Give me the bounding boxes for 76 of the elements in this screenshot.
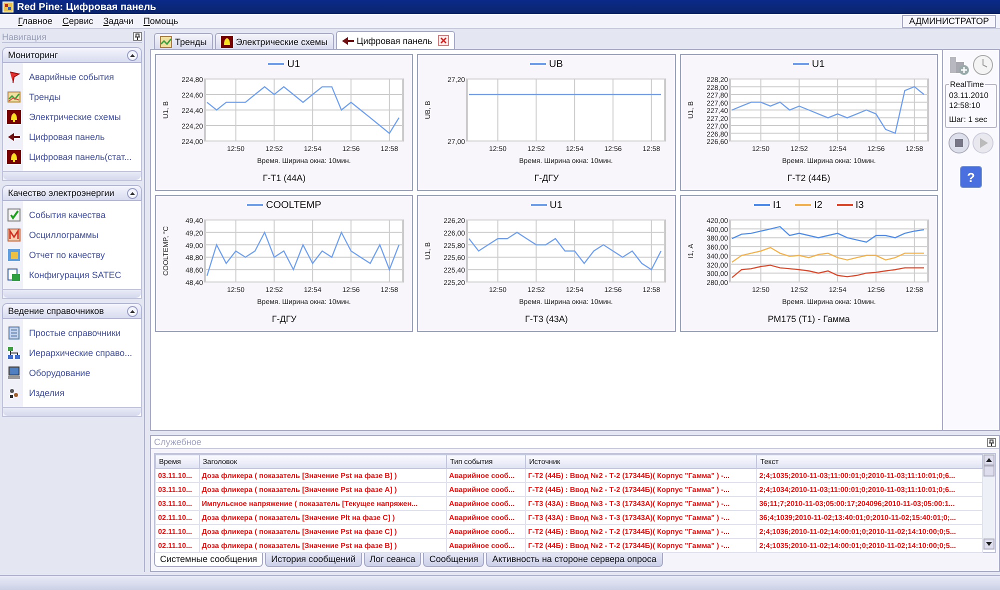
panel-title: Навигация [2,32,46,42]
legend-label: I2 [814,200,822,210]
group-header[interactable]: Ведение справочников [2,303,142,319]
tab[interactable]: Тренды [154,33,213,49]
menu-item[interactable]: Помощь [143,16,178,26]
chart-icon [160,36,172,48]
nav-item[interactable]: Осциллограммы [29,230,98,240]
menu-item[interactable]: Главное [18,16,52,26]
nav-item[interactable]: События качества [29,210,106,220]
chart-title: РМ175 (Т1) - Гамма [768,314,850,324]
collapse-icon[interactable] [127,188,138,198]
panel-title: Служебное [154,437,202,447]
group-header[interactable]: Качество электроэнергии [2,185,142,201]
pin-icon[interactable] [133,32,142,41]
legend-label: UB [549,58,563,70]
collapse-icon[interactable] [127,50,138,60]
tab[interactable]: Лог сеанса [364,553,422,567]
scrollbar[interactable] [983,454,995,550]
group-title: RealTime [949,80,985,89]
chart-title: Г-Т1 (44А) [262,173,306,183]
document-icon [7,326,21,340]
group-header[interactable]: Мониторинг [2,47,142,63]
chart-title: Г-ДГУ [534,173,559,183]
chart-title: Г-Т3 (43А) [525,314,568,324]
menu-item[interactable]: Задачи [103,16,134,26]
nav-item[interactable]: Электрические схемы [29,112,121,122]
stop-icon[interactable] [948,132,970,154]
legend-label: I3 [856,200,864,210]
time-label: 12:58:10 [949,101,982,111]
legend-label: U1 [287,58,300,70]
legend-label: U1 [550,200,562,210]
nav-item[interactable]: Конфигурация SATEC [29,270,122,280]
nav-item[interactable]: Аварийные события [29,72,114,82]
help-button[interactable]: ? [960,166,982,188]
tab[interactable]: Цифровая панель [336,31,456,49]
app-icon [2,1,14,13]
nav-item[interactable]: Цифровая панель(стат... [29,152,132,162]
legend-label: U1 [812,58,825,70]
arrow-icon [7,130,21,144]
hierarchy-icon [7,346,21,360]
bell-icon [7,110,21,124]
wave-icon [7,228,21,242]
tab[interactable]: Электрические схемы [214,33,334,49]
menu-item[interactable]: Сервис [62,16,94,26]
bell-icon [7,150,21,164]
nav-item[interactable]: Иерархические справо... [29,348,132,358]
parts-icon [7,386,21,400]
bell-icon [220,36,233,48]
tab[interactable]: Активность на стороне сервера опроса [486,553,663,567]
tab[interactable]: Системные сообщения [154,553,264,567]
nav-item[interactable]: Изделия [29,388,65,398]
close-icon[interactable] [438,35,450,46]
computer-icon [7,366,21,380]
nav-item[interactable]: Тренды [29,92,61,102]
nav-item[interactable]: Оборудование [29,368,90,378]
checklist-icon [7,208,21,222]
flag-icon [7,70,21,84]
arrow-icon [342,34,354,46]
window-title: Red Pine: Цифровая панель [17,2,156,12]
nav-item[interactable]: Отчет по качеству [29,250,105,260]
nav-item[interactable]: Цифровая панель [29,132,105,142]
config-icon [7,268,21,282]
date-label: 03.11.2010 [949,91,990,101]
legend-label: COOLTEMP [266,200,322,210]
pin-icon[interactable] [987,438,996,446]
legend-label: I1 [772,200,782,210]
nav-item[interactable]: Простые справочники [29,328,121,338]
collapse-icon[interactable] [127,306,138,316]
chart-icon [7,90,21,104]
tab[interactable]: Сообщения [423,553,484,567]
step-label: Шаг: 1 sec [949,115,988,125]
report-icon [7,248,21,262]
chart-title: Г-Т2 (44Б) [787,173,830,183]
user-label: АДМИНИСТРАТОР [902,14,996,28]
chart-title: Г-ДГУ [272,314,296,324]
tab[interactable]: История сообщений [265,553,362,567]
